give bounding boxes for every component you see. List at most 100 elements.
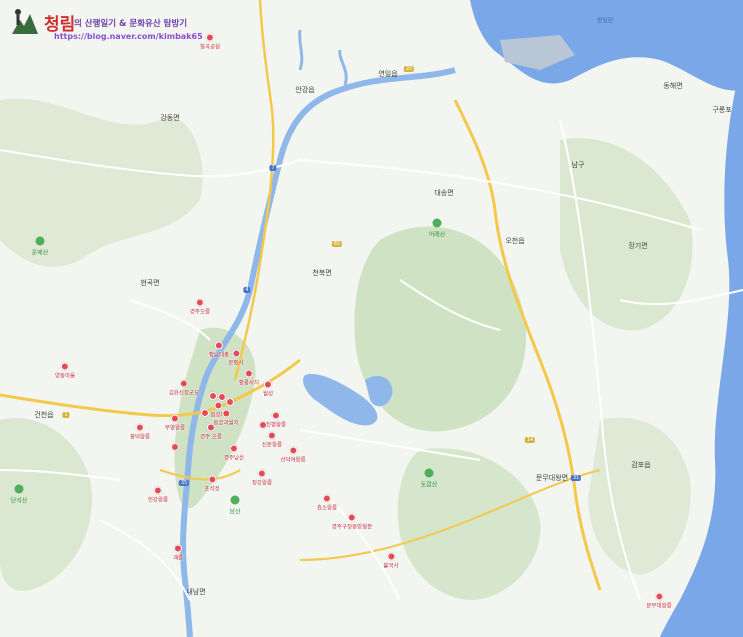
poi-pin-icon bbox=[201, 409, 209, 417]
region-label: 문무대왕면 bbox=[535, 474, 569, 482]
mountain-label: 단석산 bbox=[10, 497, 28, 505]
region-label: 감포읍 bbox=[631, 461, 651, 469]
poi-pin-icon bbox=[232, 349, 240, 358]
mountain-icon[interactable] bbox=[432, 218, 442, 228]
region-label: 구룡포 bbox=[712, 106, 732, 114]
poi-marker[interactable]: 포석정 bbox=[204, 475, 220, 493]
region-label: 천북면 bbox=[312, 269, 332, 277]
poi-pin-icon bbox=[171, 443, 179, 451]
poi-marker[interactable]: 경주오릉 bbox=[190, 298, 210, 316]
poi-marker[interactable] bbox=[171, 443, 179, 451]
poi-pin-icon bbox=[174, 544, 182, 553]
mountain-icon[interactable] bbox=[14, 484, 24, 494]
region-label: 장기면 bbox=[628, 242, 648, 250]
poi-marker[interactable]: 효소왕릉 bbox=[317, 494, 337, 512]
route-badge: 31 bbox=[570, 475, 582, 481]
mountain-label: 운제산 bbox=[31, 249, 49, 257]
route-badge: 14 bbox=[524, 437, 536, 443]
poi-pin-icon bbox=[226, 398, 234, 406]
poi-marker[interactable]: 헌강왕릉 bbox=[148, 486, 168, 504]
poi-pin-icon bbox=[206, 33, 214, 42]
poi-marker[interactable]: 무열왕릉 bbox=[165, 414, 185, 432]
region-label: 동해면 bbox=[663, 82, 683, 90]
poi-pin-icon bbox=[214, 401, 222, 410]
poi-pin-icon bbox=[218, 393, 226, 401]
poi-pin-icon bbox=[655, 592, 663, 601]
poi-pin-icon bbox=[230, 444, 238, 453]
region-label: 내남면 bbox=[186, 588, 206, 596]
poi-pin-icon bbox=[171, 414, 179, 423]
poi-marker[interactable]: 문무대왕릉 bbox=[646, 592, 672, 610]
poi-marker[interactable]: 황남대총 bbox=[209, 341, 229, 359]
poi-marker[interactable] bbox=[226, 398, 234, 406]
poi-marker[interactable] bbox=[201, 409, 209, 417]
region-label: 안강읍 bbox=[295, 86, 315, 94]
route-badge: 65 bbox=[331, 241, 343, 247]
poi-marker[interactable]: 흥덕왕릉 bbox=[130, 423, 150, 441]
region-label: 대송면 bbox=[434, 189, 454, 197]
poi-marker[interactable]: 월성 bbox=[263, 380, 273, 398]
route-badge: 4 bbox=[243, 287, 251, 293]
brand-url[interactable]: https://blog.naver.com/kimbak65 bbox=[54, 32, 203, 41]
brand-subtitle: 의 산행일기 & 문화유산 탐방기 bbox=[74, 19, 188, 29]
mountain-icon[interactable] bbox=[35, 236, 45, 246]
poi-pin-icon bbox=[258, 469, 266, 478]
map-base-layer bbox=[0, 0, 743, 637]
region-label: 건천읍 bbox=[34, 411, 54, 419]
poi-pin-icon bbox=[245, 369, 253, 378]
poi-pin-icon bbox=[222, 409, 230, 418]
poi-marker[interactable] bbox=[218, 393, 226, 401]
poi-marker[interactable]: 정강왕릉 bbox=[252, 469, 272, 487]
region-label: 강동면 bbox=[160, 114, 180, 122]
poi-pin-icon bbox=[209, 392, 217, 400]
mountain-icon[interactable] bbox=[424, 468, 434, 478]
poi-marker[interactable]: 분황사 bbox=[228, 349, 244, 367]
poi-pin-icon bbox=[136, 423, 144, 432]
poi-pin-icon bbox=[347, 513, 356, 522]
mountain-label: 토함산 bbox=[420, 481, 438, 489]
route-badge: 35 bbox=[178, 480, 190, 486]
mountain-icon[interactable] bbox=[230, 495, 240, 505]
poi-pin-icon bbox=[207, 423, 215, 432]
poi-marker[interactable]: 선덕여왕릉 bbox=[280, 446, 306, 464]
poi-pin-icon bbox=[154, 486, 162, 495]
poi-pin-icon bbox=[215, 341, 223, 350]
poi-pin-icon bbox=[61, 362, 69, 371]
poi-pin-icon bbox=[289, 446, 297, 455]
poi-marker[interactable]: 경주남산 bbox=[224, 444, 244, 462]
sea-label: 영일만 bbox=[596, 17, 614, 25]
poi-marker[interactable]: 칠곡공원 bbox=[200, 33, 220, 51]
poi-marker[interactable]: 양동마을 bbox=[55, 362, 75, 380]
poi-pin-icon bbox=[323, 494, 331, 503]
hiker-logo-icon bbox=[12, 9, 38, 34]
poi-pin-icon bbox=[259, 421, 267, 429]
region-label: 현곡면 bbox=[140, 279, 160, 287]
poi-marker[interactable] bbox=[259, 421, 267, 429]
poi-marker[interactable]: 괘릉 bbox=[173, 544, 183, 562]
poi-pin-icon bbox=[196, 298, 204, 307]
region-label: 연일읍 bbox=[378, 70, 398, 78]
blog-watermark: 청림 의 산행일기 & 문화유산 탐방기 https://blog.naver.… bbox=[10, 6, 210, 46]
poi-pin-icon bbox=[387, 552, 395, 561]
poi-pin-icon bbox=[272, 411, 280, 420]
poi-marker[interactable]: 신문왕릉 bbox=[262, 431, 282, 449]
poi-marker[interactable]: 진평왕릉 bbox=[266, 411, 286, 429]
mountain-label: 남산 bbox=[229, 508, 241, 516]
route-badge: 20 bbox=[403, 66, 415, 72]
poi-pin-icon bbox=[208, 475, 216, 484]
poi-marker[interactable]: 황룡사지 bbox=[239, 369, 259, 387]
poi-marker[interactable] bbox=[209, 392, 217, 400]
poi-pin-icon bbox=[180, 379, 188, 388]
route-badge: 7 bbox=[269, 165, 277, 171]
poi-marker[interactable]: 경주 오릉 bbox=[200, 423, 222, 441]
region-label: 남구 bbox=[571, 161, 585, 169]
poi-marker[interactable]: 김유신장군묘 bbox=[169, 379, 199, 397]
map-canvas[interactable]: 청림 의 산행일기 & 문화유산 탐방기 https://blog.naver.… bbox=[0, 0, 743, 637]
region-label: 오천읍 bbox=[505, 237, 525, 245]
mountain-label: 어래산 bbox=[428, 231, 446, 239]
route-badge: 1 bbox=[62, 412, 70, 418]
poi-marker[interactable]: 불국사 bbox=[383, 552, 399, 570]
poi-pin-icon bbox=[264, 380, 272, 389]
poi-pin-icon bbox=[268, 431, 276, 440]
poi-marker[interactable]: 경주구정동방형분 bbox=[332, 513, 372, 531]
